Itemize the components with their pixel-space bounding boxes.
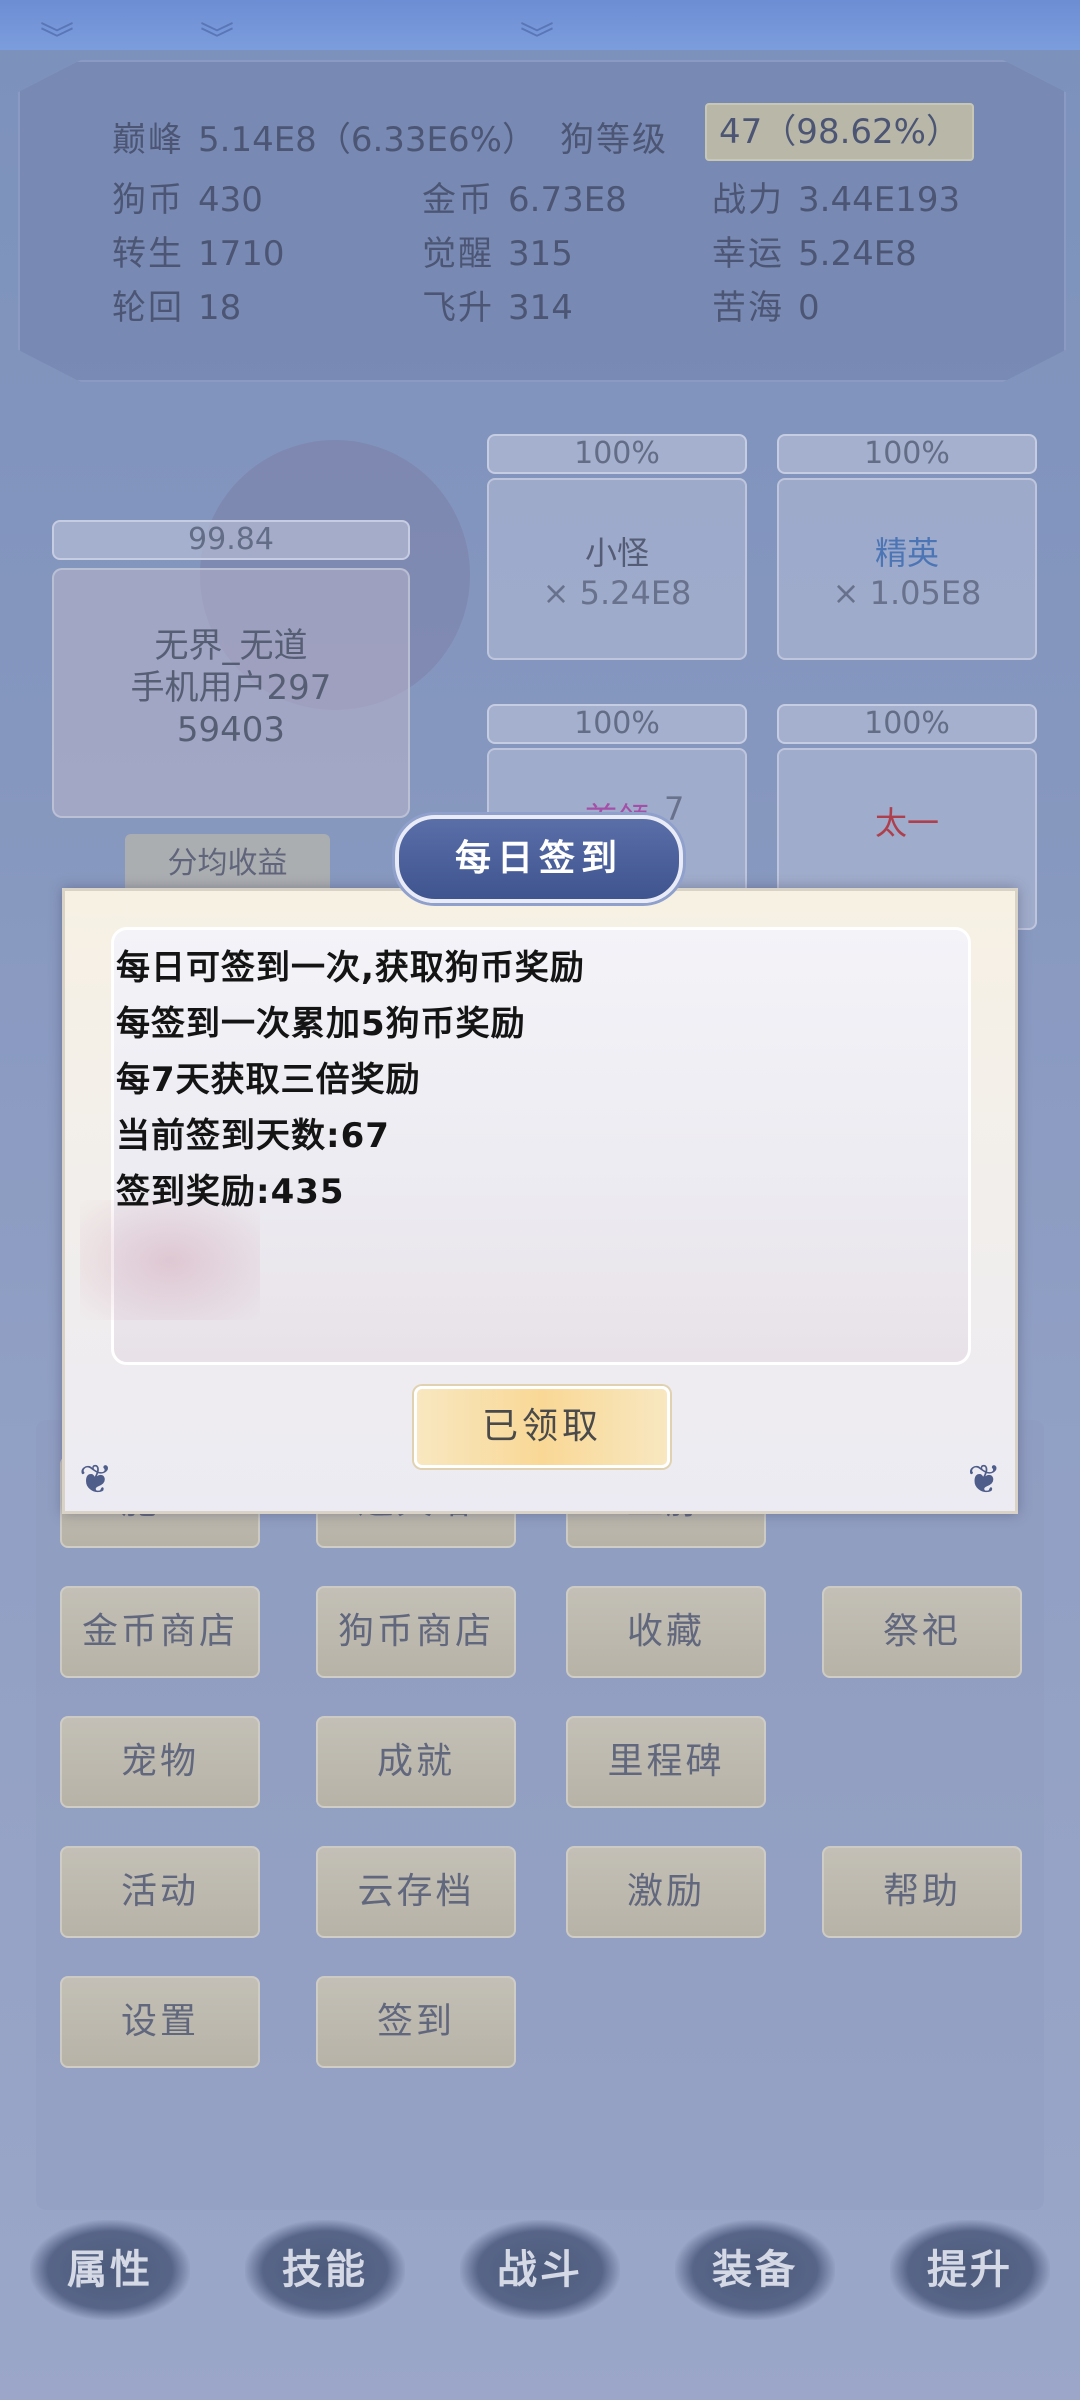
dialog-line-1: 每日可签到一次,获取狗币奖励	[116, 948, 585, 988]
corner-ornament-icon: ❦	[79, 1457, 113, 1503]
dialog-line-5: 签到奖励:435	[116, 1172, 345, 1212]
corner-ornament-icon: ❦	[967, 1457, 1001, 1503]
dialog-line-4: 当前签到天数:67	[116, 1116, 390, 1156]
dialog-title: 每日签到	[395, 815, 683, 903]
ink-splash-decoration	[80, 1200, 260, 1320]
dialog-line-2: 每签到一次累加5狗币奖励	[116, 1004, 526, 1044]
dialog-line-3: 每7天获取三倍奖励	[116, 1060, 421, 1100]
claimed-button[interactable]: 已领取	[414, 1386, 670, 1468]
